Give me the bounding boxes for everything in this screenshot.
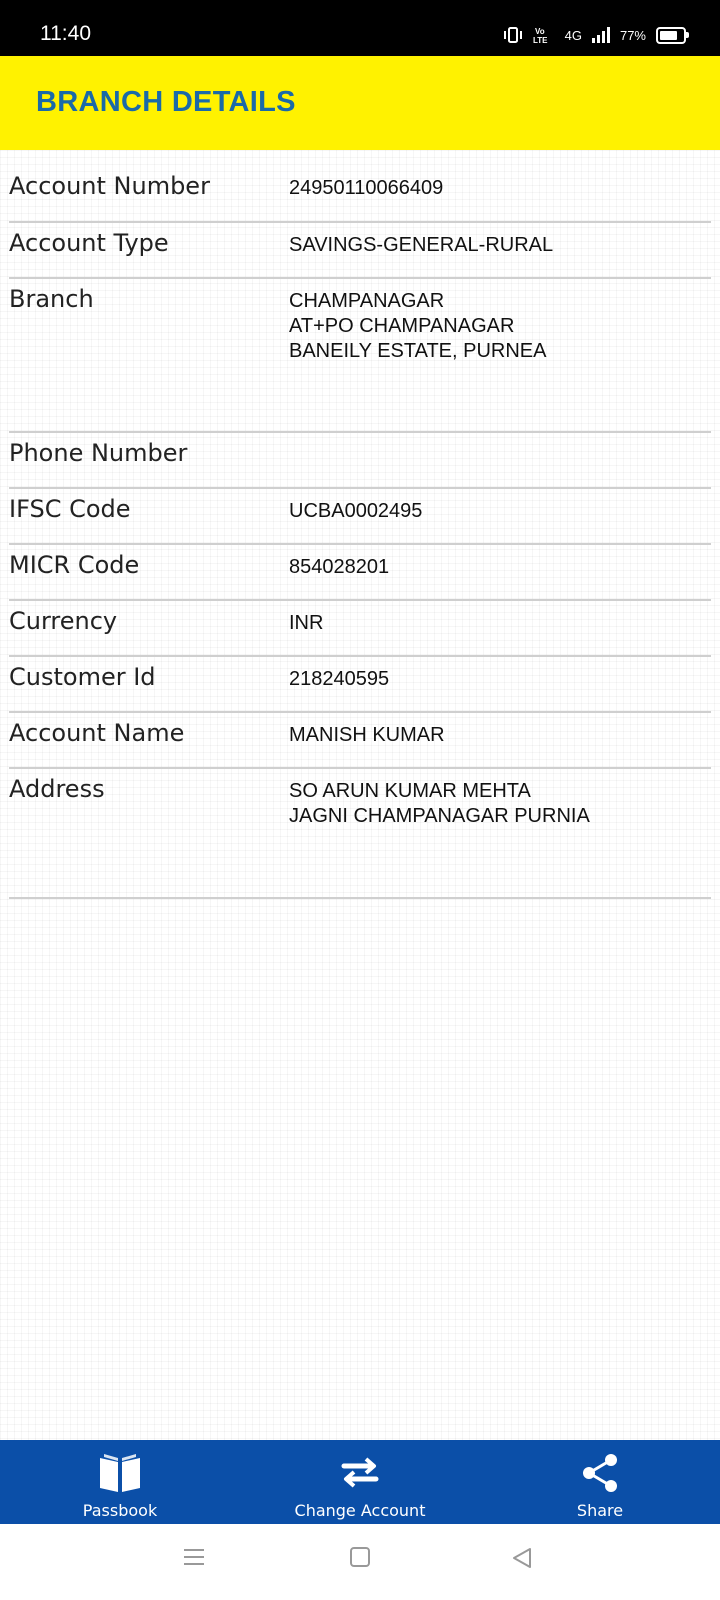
details-list: Account Number 24950110066409 Account Type… (9, 166, 711, 899)
detail-value: SO ARUN KUMAR MEHTA JAGNI CHAMPANAGAR PUR… (289, 779, 590, 829)
signal-icon (591, 27, 610, 43)
detail-row: Currency INR (9, 601, 711, 657)
svg-text:LTE: LTE (533, 36, 548, 44)
detail-value: CHAMPANAGAR AT+PO CHAMPANAGAR BANEILY ESTA… (289, 289, 546, 364)
app-header: BRANCH DETAILS (0, 56, 720, 150)
detail-label: IFSC Code (9, 495, 131, 523)
detail-value-line: SAVINGS-GENERAL-RURAL (289, 234, 554, 256)
detail-row: Phone Number (9, 433, 711, 489)
home-icon[interactable] (349, 1546, 371, 1568)
detail-value-line: 218240595 (289, 668, 390, 690)
change-account-button[interactable]: Change Account (240, 1440, 480, 1524)
detail-value-line: JAGNI CHAMPANAGAR PURNIA (289, 805, 590, 827)
menu-icon[interactable] (182, 1546, 206, 1568)
detail-row: MICR Code 854028201 (9, 545, 711, 601)
detail-row: Account Type SAVINGS-GENERAL-RURAL (9, 223, 711, 279)
detail-row: Address SO ARUN KUMAR MEHTA JAGNI CHAMPANA… (9, 769, 711, 899)
status-bar: 11:40 Vo LTE 4G 77% (0, 0, 720, 56)
detail-label: Phone Number (9, 439, 188, 467)
detail-row: Account Number 24950110066409 (9, 166, 711, 223)
detail-value: SAVINGS-GENERAL-RURAL (289, 233, 553, 258)
battery-icon (656, 26, 689, 44)
detail-value: UCBA0002495 (289, 499, 422, 524)
detail-label: Account Number (9, 172, 210, 200)
bottom-nav: Passbook Change Account Share (0, 1440, 720, 1524)
volte-icon: Vo LTE (533, 27, 548, 44)
detail-value: 218240595 (289, 667, 389, 692)
detail-value: INR (289, 611, 323, 636)
detail-row: Branch CHAMPANAGAR AT+PO CHAMPANAGAR BANEIL… (9, 279, 711, 433)
detail-value: MANISH KUMAR (289, 723, 445, 748)
page-title: BRANCH DETAILS (36, 86, 296, 118)
system-nav-bar (0, 1524, 720, 1600)
swap-arrows-icon (341, 1457, 379, 1488)
detail-value-line: UCBA0002495 (289, 500, 423, 522)
detail-value-line: BANEILY ESTATE, PURNEA (289, 340, 547, 362)
detail-label: Address (9, 775, 105, 803)
svg-text:Vo: Vo (535, 27, 545, 36)
status-time: 11:40 (40, 22, 91, 45)
book-icon (100, 1454, 140, 1492)
detail-value-line: 24950110066409 (289, 177, 444, 199)
status-icons: Vo LTE 4G 77% (503, 26, 689, 44)
branch-details-panel: Account Number 24950110066409 Account Type… (0, 150, 720, 1440)
detail-value: 24950110066409 (289, 176, 443, 201)
vibrate-icon (503, 27, 522, 43)
detail-value: 854028201 (289, 555, 389, 580)
passbook-label: Passbook (82, 1501, 158, 1520)
detail-value-line: 854028201 (289, 556, 390, 578)
detail-value-line: MANISH KUMAR (289, 724, 445, 746)
share-icon (583, 1454, 617, 1492)
change-account-label: Change Account (294, 1501, 426, 1520)
share-button[interactable]: Share (480, 1440, 720, 1524)
detail-label: Account Name (9, 719, 185, 747)
detail-label: Customer Id (9, 663, 156, 691)
passbook-button[interactable]: Passbook (0, 1440, 240, 1524)
detail-label: Account Type (9, 229, 169, 257)
detail-row: Account Name MANISH KUMAR (9, 713, 711, 769)
detail-value-line: CHAMPANAGAR (289, 290, 445, 312)
detail-value-line: INR (289, 612, 324, 634)
detail-row: IFSC Code UCBA0002495 (9, 489, 711, 545)
detail-label: MICR Code (9, 551, 140, 579)
detail-value-line: AT+PO CHAMPANAGAR (289, 315, 515, 337)
battery-percent: 77% (619, 27, 646, 43)
detail-label: Branch (9, 285, 94, 313)
network-type: 4G (564, 27, 582, 43)
detail-row: Customer Id 218240595 (9, 657, 711, 713)
back-icon[interactable] (510, 1546, 534, 1570)
detail-value-line: SO ARUN KUMAR MEHTA (289, 780, 531, 802)
share-label: Share (576, 1501, 624, 1520)
detail-label: Currency (9, 607, 118, 635)
